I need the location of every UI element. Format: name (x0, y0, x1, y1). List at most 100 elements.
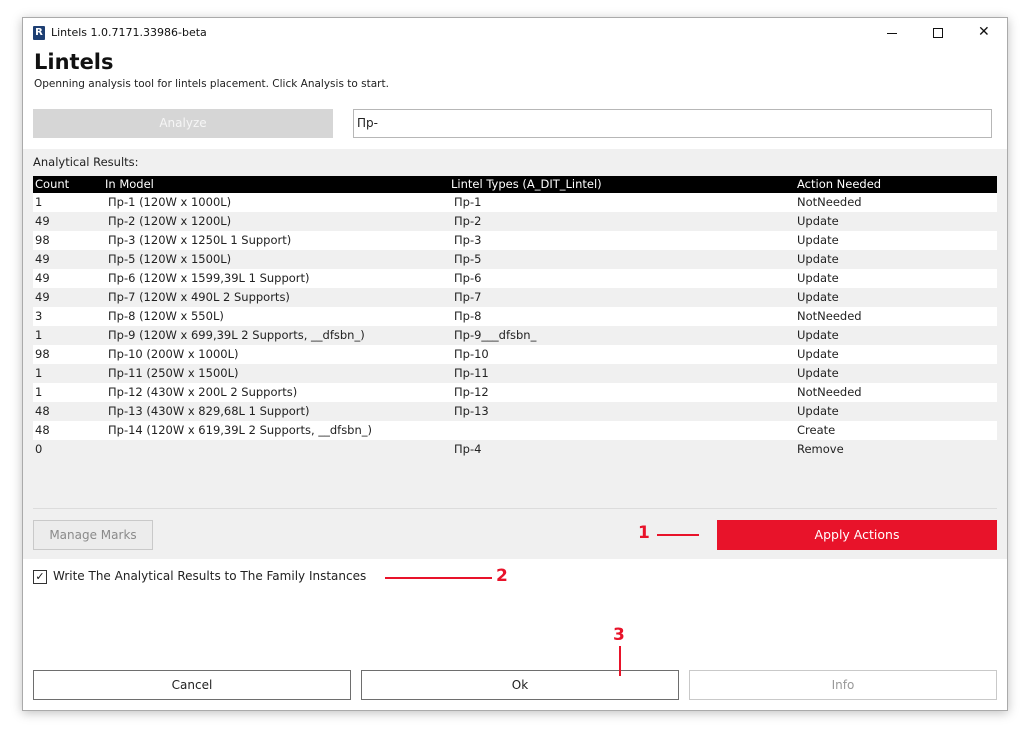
minimize-button[interactable] (869, 18, 915, 48)
cell-in-model: Пр-11 (250W x 1500L) (108, 366, 239, 380)
table-row[interactable]: 1 Пр-9 (120W x 699,39L 2 Supports, __dfs… (33, 326, 997, 345)
cell-lintel-type: Пр-2 (454, 214, 482, 228)
cell-lintel-type: Пр-12 (454, 385, 489, 399)
cell-in-model: Пр-6 (120W x 1599,39L 1 Support) (108, 271, 310, 285)
cell-action: Update (797, 347, 839, 361)
apply-actions-button[interactable]: Apply Actions (717, 520, 997, 550)
cell-count: 98 (35, 347, 50, 361)
analyze-button[interactable]: Analyze (33, 109, 333, 138)
minimize-icon (887, 33, 897, 34)
table-row[interactable]: 49 Пр-7 (120W x 490L 2 Supports) Пр-7 Up… (33, 288, 997, 307)
cell-in-model: Пр-3 (120W x 1250L 1 Support) (108, 233, 292, 247)
table-row[interactable]: 1 Пр-1 (120W x 1000L) Пр-1 NotNeeded (33, 193, 997, 212)
results-table: Count In Model Lintel Types (A_DIT_Linte… (33, 176, 997, 459)
table-row[interactable]: 1 Пр-11 (250W x 1500L) Пр-11 Update (33, 364, 997, 383)
table-row[interactable]: 49 Пр-5 (120W x 1500L) Пр-5 Update (33, 250, 997, 269)
cell-in-model: Пр-1 (120W x 1000L) (108, 195, 232, 209)
cell-action: Update (797, 252, 839, 266)
ok-button[interactable]: Ok (361, 670, 679, 700)
cell-in-model: Пр-13 (430W x 829,68L 1 Support) (108, 404, 310, 418)
cell-in-model: Пр-7 (120W x 490L 2 Supports) (108, 290, 290, 304)
filter-input[interactable]: Пр- (353, 109, 992, 138)
manage-marks-button[interactable]: Manage Marks (33, 520, 153, 550)
cell-in-model: Пр-5 (120W x 1500L) (108, 252, 232, 266)
cell-in-model: Пр-10 (200W x 1000L) (108, 347, 239, 361)
cell-count: 1 (35, 366, 43, 380)
cell-count: 49 (35, 214, 50, 228)
write-results-checkbox[interactable]: ✓ (33, 570, 47, 584)
column-header-lintel-types[interactable]: Lintel Types (A_DIT_Lintel) (451, 176, 602, 193)
cell-count: 49 (35, 252, 50, 266)
close-button[interactable]: ✕ (961, 18, 1007, 48)
annotation-number-2: 2 (496, 566, 508, 586)
table-row[interactable]: 98 Пр-10 (200W x 1000L) Пр-10 Update (33, 345, 997, 364)
table-row[interactable]: 48 Пр-13 (430W x 829,68L 1 Support) Пр-1… (33, 402, 997, 421)
cell-count: 98 (35, 233, 50, 247)
cell-lintel-type: Пр-11 (454, 366, 489, 380)
table-row[interactable]: 48 Пр-14 (120W x 619,39L 2 Supports, __d… (33, 421, 997, 440)
cell-in-model: Пр-14 (120W x 619,39L 2 Supports, __dfsb… (108, 423, 373, 437)
cell-lintel-type: Пр-1 (454, 195, 482, 209)
cell-action: Update (797, 290, 839, 304)
cell-count: 49 (35, 290, 50, 304)
cell-in-model: Пр-12 (430W x 200L 2 Supports) (108, 385, 298, 399)
table-row[interactable]: 0 Пр-4 Remove (33, 440, 997, 459)
cell-count: 1 (35, 328, 43, 342)
table-row[interactable]: 3 Пр-8 (120W x 550L) Пр-8 NotNeeded (33, 307, 997, 326)
table-row[interactable]: 1 Пр-12 (430W x 200L 2 Supports) Пр-12 N… (33, 383, 997, 402)
maximize-icon (933, 28, 943, 38)
column-header-in-model[interactable]: In Model (105, 176, 154, 193)
cell-count: 0 (35, 442, 43, 456)
annotation-line-3 (619, 646, 621, 676)
results-panel: Analytical Results: Count In Model Linte… (23, 149, 1007, 559)
table-header: Count In Model Lintel Types (A_DIT_Linte… (33, 176, 997, 193)
annotation-line-2 (385, 577, 492, 579)
annotation-number-1: 1 (638, 523, 650, 543)
cell-lintel-type: Пр-9___dfsbn_ (454, 328, 537, 342)
results-label: Analytical Results: (33, 155, 139, 169)
info-button[interactable]: Info (689, 670, 997, 700)
cell-count: 3 (35, 309, 43, 323)
cell-lintel-type: Пр-5 (454, 252, 482, 266)
page-subtitle: Openning analysis tool for lintels place… (34, 78, 389, 90)
cell-lintel-type: Пр-8 (454, 309, 482, 323)
cell-lintel-type: Пр-3 (454, 233, 482, 247)
cell-action: Update (797, 404, 839, 418)
maximize-button[interactable] (915, 18, 961, 48)
cell-action: NotNeeded (797, 309, 862, 323)
cell-action: Update (797, 271, 839, 285)
annotation-number-3: 3 (613, 625, 625, 645)
column-header-action-needed[interactable]: Action Needed (797, 176, 881, 193)
cell-in-model: Пр-8 (120W x 550L) (108, 309, 224, 323)
cell-action: NotNeeded (797, 195, 862, 209)
cell-action: Update (797, 366, 839, 380)
cancel-button[interactable]: Cancel (33, 670, 351, 700)
table-row[interactable]: 49 Пр-6 (120W x 1599,39L 1 Support) Пр-6… (33, 269, 997, 288)
cell-count: 49 (35, 271, 50, 285)
cell-lintel-type: Пр-4 (454, 442, 482, 456)
cell-action: Update (797, 214, 839, 228)
revit-app-icon: R (33, 26, 45, 40)
cell-action: Create (797, 423, 836, 437)
cell-action: Remove (797, 442, 844, 456)
cell-count: 48 (35, 404, 50, 418)
cell-in-model: Пр-9 (120W x 699,39L 2 Supports, __dfsbn… (108, 328, 365, 342)
lintels-window: R Lintels 1.0.7171.33986-beta ✕ Lintels … (22, 17, 1008, 711)
title-bar[interactable]: R Lintels 1.0.7171.33986-beta ✕ (23, 18, 1007, 48)
cell-count: 1 (35, 385, 43, 399)
cell-in-model: Пр-2 (120W x 1200L) (108, 214, 232, 228)
cell-lintel-type: Пр-6 (454, 271, 482, 285)
cell-action: NotNeeded (797, 385, 862, 399)
divider (33, 508, 997, 509)
table-row[interactable]: 98 Пр-3 (120W x 1250L 1 Support) Пр-3 Up… (33, 231, 997, 250)
cell-count: 48 (35, 423, 50, 437)
column-header-count[interactable]: Count (35, 176, 69, 193)
cell-lintel-type: Пр-13 (454, 404, 489, 418)
cell-action: Update (797, 328, 839, 342)
cell-count: 1 (35, 195, 43, 209)
write-results-label[interactable]: Write The Analytical Results to The Fami… (53, 569, 366, 583)
annotation-line-1 (657, 534, 699, 536)
table-row[interactable]: 49 Пр-2 (120W x 1200L) Пр-2 Update (33, 212, 997, 231)
window-title: Lintels 1.0.7171.33986-beta (51, 26, 207, 39)
cell-action: Update (797, 233, 839, 247)
